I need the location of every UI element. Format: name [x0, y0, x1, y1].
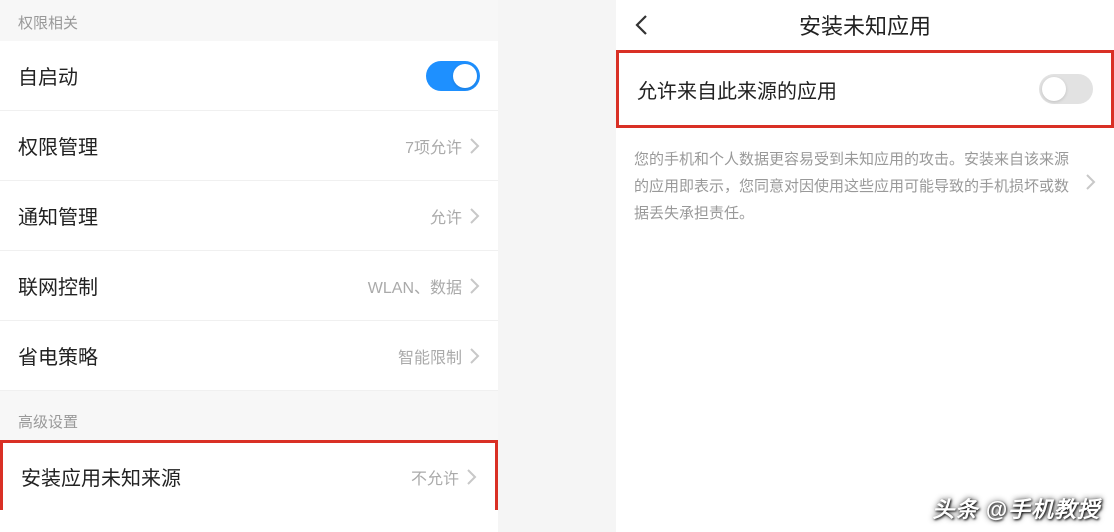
divider: [0, 391, 498, 399]
network-value: WLAN、数据: [368, 274, 462, 298]
row-permission-management[interactable]: 权限管理 7项允许: [0, 111, 498, 181]
row-right: WLAN、数据: [368, 274, 480, 298]
info-text: 您的手机和个人数据更容易受到未知应用的攻击。安装来自该来源的应用即表示，您同意对…: [634, 146, 1074, 227]
notification-label: 通知管理: [18, 201, 98, 230]
row-allow-from-source[interactable]: 允许来自此来源的应用: [616, 50, 1114, 128]
page-title: 安装未知应用: [634, 9, 1096, 41]
allow-toggle[interactable]: [1039, 74, 1093, 104]
row-right: 不允许: [411, 465, 477, 489]
toggle-knob: [1042, 77, 1066, 101]
battery-value: 智能限制: [398, 344, 462, 368]
chevron-right-icon: [470, 278, 480, 294]
unknown-source-label: 安装应用未知来源: [21, 462, 181, 491]
row-battery-strategy[interactable]: 省电策略 智能限制: [0, 321, 498, 391]
permission-label: 权限管理: [18, 131, 98, 160]
permission-value: 7项允许: [405, 134, 462, 158]
info-row[interactable]: 您的手机和个人数据更容易受到未知应用的攻击。安装来自该来源的应用即表示，您同意对…: [616, 128, 1114, 245]
notification-value: 允许: [430, 204, 462, 228]
autostart-toggle[interactable]: [426, 61, 480, 91]
autostart-label: 自启动: [18, 61, 78, 90]
row-autostart[interactable]: 自启动: [0, 41, 498, 111]
row-install-unknown-source[interactable]: 安装应用未知来源 不允许: [0, 440, 498, 510]
watermark: 头条 @手机教授: [932, 492, 1100, 524]
row-right: 7项允许: [405, 134, 480, 158]
row-network-control[interactable]: 联网控制 WLAN、数据: [0, 251, 498, 321]
chevron-right-icon: [470, 138, 480, 154]
battery-label: 省电策略: [18, 341, 98, 370]
right-install-unknown-panel: 安装未知应用 允许来自此来源的应用 您的手机和个人数据更容易受到未知应用的攻击。…: [616, 0, 1114, 532]
row-right: 允许: [430, 204, 480, 228]
left-settings-panel: 权限相关 自启动 权限管理 7项允许 通知管理 允许 联网控制 WLAN、数据: [0, 0, 498, 532]
chevron-right-icon: [470, 208, 480, 224]
row-notification-management[interactable]: 通知管理 允许: [0, 181, 498, 251]
network-label: 联网控制: [18, 271, 98, 300]
row-right: 智能限制: [398, 344, 480, 368]
chevron-right-icon: [1086, 174, 1096, 190]
allow-label: 允许来自此来源的应用: [637, 75, 837, 104]
chevron-right-icon: [470, 348, 480, 364]
section-header-permissions: 权限相关: [0, 0, 498, 41]
header-bar: 安装未知应用: [616, 0, 1114, 50]
back-button[interactable]: [634, 14, 648, 36]
section-header-advanced: 高级设置: [0, 399, 498, 440]
unknown-source-value: 不允许: [411, 465, 459, 489]
toggle-knob: [453, 64, 477, 88]
chevron-right-icon: [467, 469, 477, 485]
